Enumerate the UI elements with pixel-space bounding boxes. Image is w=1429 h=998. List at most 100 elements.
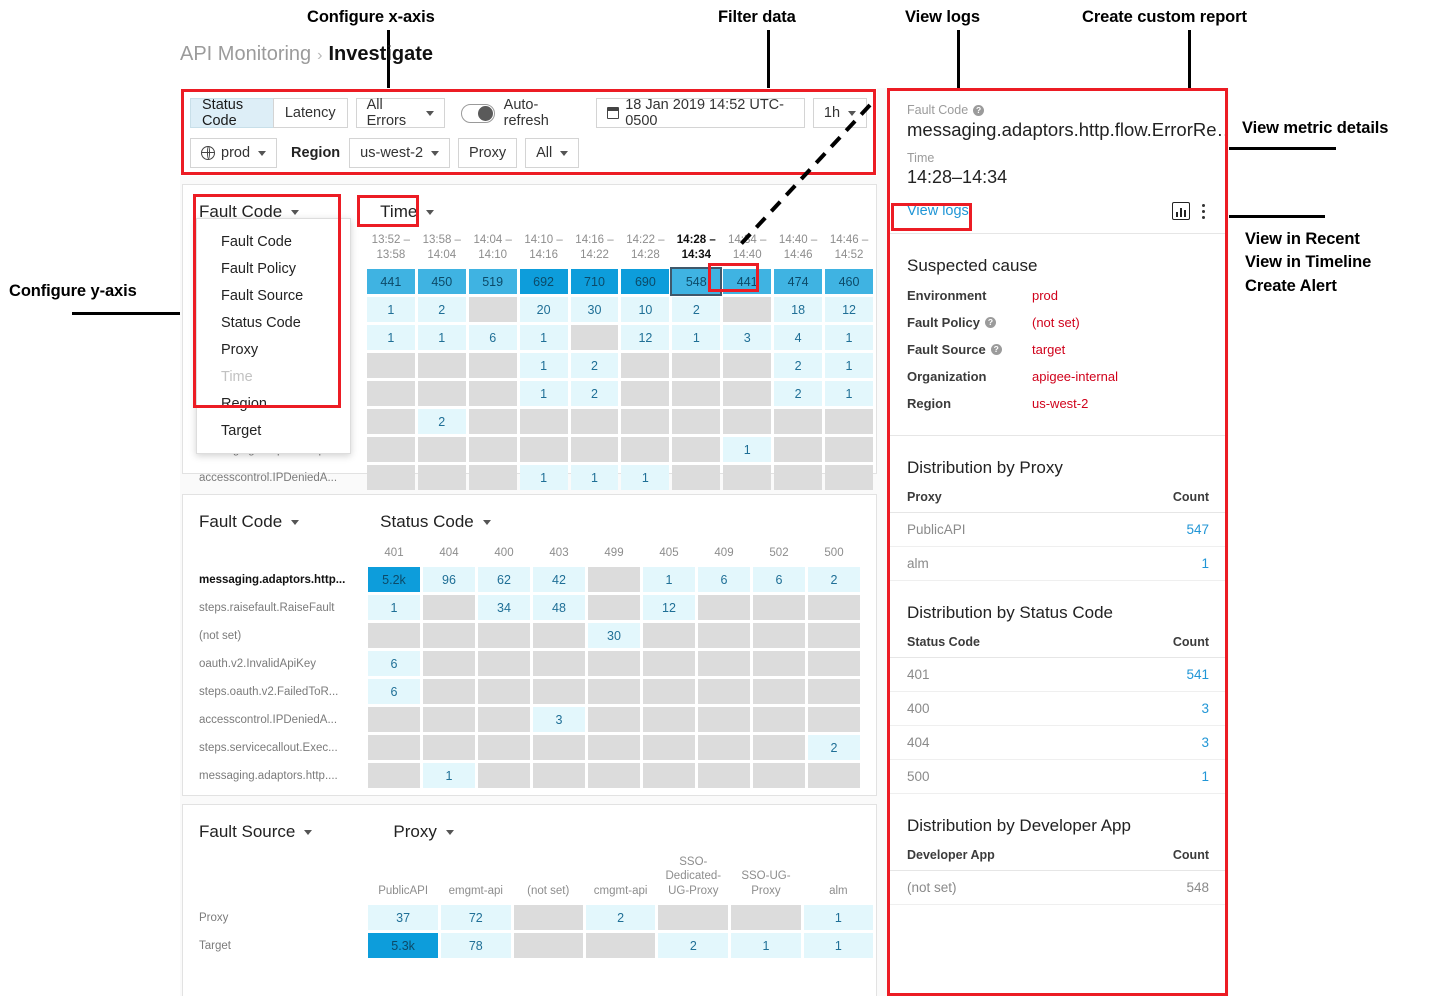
heatmap-cell[interactable]	[753, 623, 805, 648]
heatmap-cell[interactable]: 3	[723, 325, 772, 350]
heatmap-cell[interactable]	[643, 679, 695, 704]
heatmap-cell[interactable]: 6	[753, 567, 805, 592]
heatmap-cell[interactable]: 1	[519, 353, 568, 378]
heatmap-cell[interactable]: 6	[368, 679, 420, 704]
heatmap-cell[interactable]	[825, 465, 873, 490]
heatmap-col-header[interactable]: 14:10 –14:16	[520, 232, 568, 266]
heatmap-cell[interactable]	[753, 735, 805, 760]
heatmap-cell[interactable]	[672, 381, 721, 406]
heatmap-cell[interactable]: 2	[774, 353, 823, 378]
heatmap-cell[interactable]	[808, 763, 860, 788]
heatmap-cell[interactable]	[753, 651, 805, 676]
heatmap-cell[interactable]	[825, 409, 873, 434]
heatmap-col-header[interactable]: 500	[808, 544, 860, 564]
y-axis-option-proxy[interactable]: Proxy	[197, 336, 350, 363]
heatmap-cell[interactable]	[570, 437, 619, 462]
heatmap-cell[interactable]	[588, 651, 640, 676]
heatmap-col-header[interactable]: 14:16 –14:22	[571, 232, 619, 266]
heatmap-cell[interactable]: 12	[621, 325, 670, 350]
heatmap-cell[interactable]	[588, 763, 640, 788]
heatmap-cell[interactable]: 6	[468, 325, 517, 350]
heatmap-cell[interactable]	[753, 707, 805, 732]
heatmap-col-header[interactable]: 409	[698, 544, 750, 564]
heatmap-cell[interactable]: 34	[478, 595, 530, 620]
heatmap-cell[interactable]	[753, 679, 805, 704]
panel2-y-axis-dropdown[interactable]: Fault Code	[199, 512, 300, 532]
heatmap-cell[interactable]	[366, 437, 415, 462]
heatmap-cell[interactable]	[478, 735, 530, 760]
heatmap-col-header[interactable]: SSO-UG-Proxy	[731, 852, 800, 902]
heatmap-row-label[interactable]: (not set)	[199, 623, 365, 648]
heatmap-cell[interactable]: 1	[423, 763, 475, 788]
heatmap-cell[interactable]: 2	[570, 381, 619, 406]
heatmap-row-label[interactable]: oauth.v2.InvalidApiKey	[199, 651, 365, 676]
heatmap-cell[interactable]	[366, 465, 415, 490]
heatmap-cell[interactable]	[468, 409, 517, 434]
heatmap-cell[interactable]	[417, 381, 466, 406]
heatmap-cell[interactable]: 20	[519, 297, 568, 322]
heatmap-cell[interactable]	[643, 707, 695, 732]
help-icon[interactable]: ?	[990, 343, 1002, 355]
heatmap-cell[interactable]	[423, 595, 475, 620]
heatmap-cell[interactable]	[723, 465, 772, 490]
y-axis-dropdown-menu[interactable]: Fault Code Fault Policy Fault Source Status…	[196, 218, 351, 454]
heatmap-cell[interactable]	[366, 353, 415, 378]
heatmap-row-label[interactable]: messaging.adaptors.http...	[199, 567, 365, 592]
heatmap-cell[interactable]	[423, 651, 475, 676]
environment-dropdown[interactable]: prod	[190, 138, 278, 168]
heatmap-cell[interactable]	[478, 763, 530, 788]
heatmap-cell[interactable]: 2	[570, 353, 619, 378]
heatmap-cell[interactable]: 1	[366, 325, 415, 350]
heatmap-cell[interactable]	[808, 623, 860, 648]
region-dropdown[interactable]: us-west-2	[349, 138, 451, 168]
heatmap-cell[interactable]	[423, 735, 475, 760]
heatmap-cell[interactable]: 96	[423, 567, 475, 592]
heatmap-cell[interactable]: 460	[825, 269, 873, 294]
heatmap-cell[interactable]: 12	[825, 297, 873, 322]
heatmap-cell[interactable]: 710	[570, 269, 619, 294]
y-axis-option-fault-code[interactable]: Fault Code	[197, 228, 350, 255]
heatmap-cell[interactable]	[621, 381, 670, 406]
heatmap-cell[interactable]: 1	[672, 325, 721, 350]
heatmap-cell[interactable]: 2	[774, 381, 823, 406]
heatmap-cell[interactable]: 2	[808, 735, 860, 760]
y-axis-option-status-code[interactable]: Status Code	[197, 309, 350, 336]
heatmap-cell[interactable]	[588, 567, 640, 592]
heatmap-cell[interactable]: 37	[368, 905, 438, 930]
heatmap-row-label[interactable]: steps.oauth.v2.FailedToR...	[199, 679, 365, 704]
heatmap-cell[interactable]	[588, 679, 640, 704]
heatmap-cell[interactable]: 1	[366, 297, 415, 322]
heatmap-cell[interactable]	[417, 353, 466, 378]
heatmap-cell[interactable]	[533, 623, 585, 648]
heatmap-cell[interactable]	[513, 905, 583, 930]
heatmap-cell[interactable]: 692	[519, 269, 568, 294]
heatmap-cell[interactable]	[368, 623, 420, 648]
heatmap-cell[interactable]	[533, 679, 585, 704]
heatmap-cell[interactable]: 1	[803, 905, 873, 930]
heatmap-cell[interactable]: 1	[417, 325, 466, 350]
distribution-count[interactable]: 1	[1092, 759, 1227, 794]
heatmap-cell[interactable]	[672, 353, 721, 378]
distribution-count[interactable]: 1	[1080, 546, 1227, 581]
heatmap-cell[interactable]: 1	[519, 325, 568, 350]
heatmap-col-header[interactable]: 502	[753, 544, 805, 564]
heatmap-cell[interactable]: 6	[698, 567, 750, 592]
heatmap-cell[interactable]: 1	[731, 933, 801, 958]
heatmap-col-header[interactable]: emgmt-api	[441, 852, 511, 902]
heatmap-row-label[interactable]: steps.raisefault.RaiseFault	[199, 595, 365, 620]
heatmap-cell[interactable]	[468, 381, 517, 406]
heatmap-cell[interactable]	[621, 409, 670, 434]
heatmap-cell[interactable]	[825, 437, 873, 462]
heatmap-cell[interactable]: 548	[670, 267, 723, 296]
proxy-filter-label-button[interactable]: Proxy	[458, 138, 518, 168]
heatmap-cell[interactable]	[643, 623, 695, 648]
heatmap-cell[interactable]	[423, 707, 475, 732]
heatmap-cell[interactable]	[643, 735, 695, 760]
heatmap-cell[interactable]	[658, 905, 729, 930]
heatmap-col-header[interactable]: cmgmt-api	[586, 852, 656, 902]
heatmap-cell[interactable]	[731, 905, 801, 930]
heatmap-col-header[interactable]: 14:04 –14:10	[469, 232, 517, 266]
heatmap-cell[interactable]	[774, 465, 823, 490]
heatmap-cell[interactable]	[698, 735, 750, 760]
heatmap-col-header[interactable]: 13:52 –13:58	[367, 232, 415, 266]
